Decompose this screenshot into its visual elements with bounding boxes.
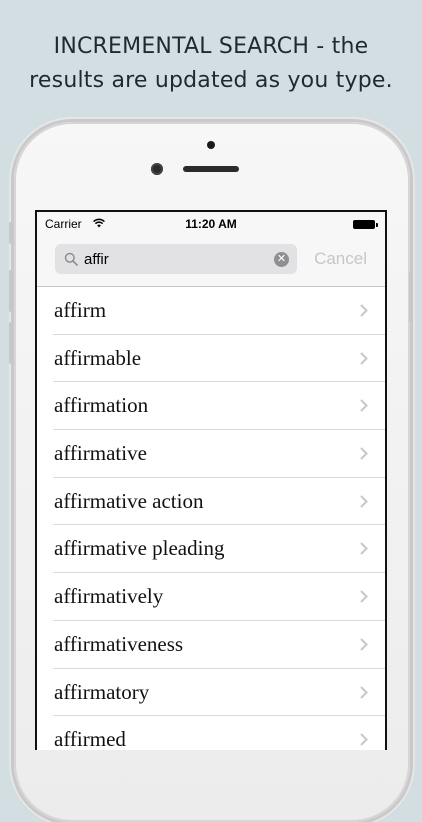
list-item-label: affirmable [54,345,142,370]
search-icon [64,252,78,266]
list-item-label: affirmatively [54,584,164,609]
search-input[interactable] [84,248,264,270]
clock: 11:20 AM [185,217,237,231]
chevron-right-icon [360,399,368,413]
battery-icon [353,220,378,229]
search-field[interactable]: ✕ [55,244,297,274]
list-item[interactable]: affirmatory [37,669,385,717]
list-item-label: affirmation [54,393,149,418]
list-item[interactable]: affirm [37,287,385,335]
chevron-right-icon [360,542,368,556]
proximity-sensor [207,141,215,149]
caption-line-1: INCREMENTAL SEARCH - the [53,34,369,59]
list-item[interactable]: affirmative [37,430,385,478]
cancel-button[interactable]: Cancel [314,249,367,269]
earpiece-speaker [183,166,239,172]
list-item[interactable]: affirmable [37,335,385,383]
volume-up-button [9,270,13,312]
list-item[interactable]: affirmation [37,382,385,430]
chevron-right-icon [360,590,368,603]
list-item-label: affirmative action [54,488,204,513]
status-bar: Carrier 11:20 AM [37,212,385,236]
volume-down-button [9,322,13,364]
chevron-right-icon [360,638,368,651]
list-item[interactable]: affirmed [37,716,385,750]
search-bar: ✕ Cancel [37,236,385,287]
list-item-label: affirmative [54,441,147,466]
chevron-right-icon [360,351,368,365]
list-item[interactable]: affirmative action [37,478,385,526]
chevron-right-icon [360,733,368,746]
app-screen: Carrier 11:20 AM ✕ Cancel affirm affirmab… [35,210,387,750]
list-item[interactable]: affirmatively [37,573,385,621]
chevron-right-icon [360,495,368,508]
mute-switch [9,222,13,244]
list-item[interactable]: affirmativeness [37,621,385,669]
chevron-right-icon [360,685,368,699]
promo-caption: INCREMENTAL SEARCH - the results are upd… [0,30,422,98]
list-item[interactable]: affirmative pleading [37,525,385,573]
list-item-label: affirmativeness [54,631,184,656]
chevron-right-icon [360,447,368,460]
front-camera [151,163,163,175]
results-list: affirm affirmable affirmation affirmative af… [37,287,385,750]
clear-search-icon[interactable]: ✕ [274,252,289,267]
list-item-label: affirmative pleading [54,536,225,561]
list-item-label: affirmed [54,727,126,750]
chevron-right-icon [360,304,368,317]
list-item-label: affirm [54,298,107,322]
list-item-label: affirmatory [54,679,150,704]
caption-line-2: results are updated as you type. [29,68,393,93]
power-button [409,272,413,322]
